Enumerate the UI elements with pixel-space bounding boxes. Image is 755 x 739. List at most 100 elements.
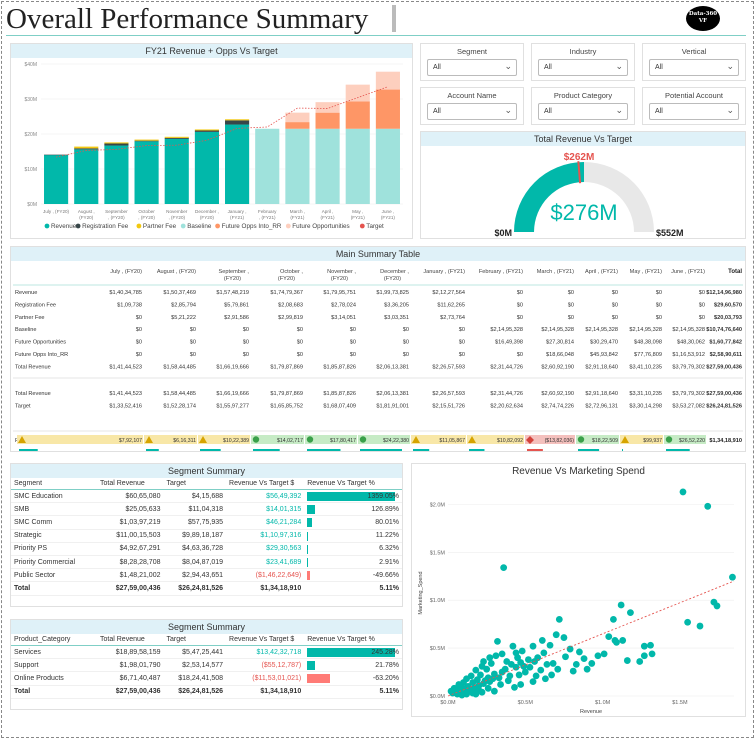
- x-tick-label: August ,: [78, 209, 95, 214]
- row-label: SMC Comm: [11, 515, 98, 530]
- slicer-dropdown[interactable]: All ⌄: [427, 103, 517, 120]
- x-tick-label: (FY20): [200, 215, 215, 220]
- table-cell: $0: [568, 315, 574, 321]
- table-cell: $25,05,633: [97, 502, 164, 517]
- revenue-opps-chart-panel: FY21 Revenue + Opps Vs Target $0M $10M $20…: [10, 43, 413, 239]
- bar-baseline: [315, 128, 340, 204]
- y-tick-label: $10M: [24, 167, 37, 173]
- table-cell: $48,38,098: [634, 340, 662, 346]
- row-label: Future Opps Into_RR: [15, 352, 68, 358]
- rvt-value: $11,05,867: [439, 438, 465, 444]
- slicer-label: Vertical: [681, 47, 707, 56]
- scatter-point: [647, 641, 654, 649]
- table-cell: $14,01,315: [226, 502, 305, 517]
- slicer-dropdown[interactable]: All ⌄: [427, 59, 517, 76]
- slicer-dropdown[interactable]: All ⌄: [538, 59, 628, 76]
- table-cell: $1,50,37,469: [163, 290, 196, 296]
- legend-label: Registration Fee: [82, 223, 129, 230]
- table-cell: $0: [612, 290, 618, 296]
- table-row: Priority PS $4,92,67,291 $4,63,36,728 $29,3…: [11, 542, 402, 556]
- table-cell: $0: [517, 290, 523, 296]
- table-cell: $77,76,809: [634, 352, 662, 358]
- table-cell: $1,79,95,751: [323, 290, 356, 296]
- segment-summary-panel: Segment Summary Segment Total Revenue Targ…: [10, 463, 403, 607]
- table-cell: $1,03,97,219: [97, 515, 164, 530]
- table-cell: $56,49,392: [226, 489, 305, 504]
- table-cell: $2,53,14,577: [163, 658, 227, 673]
- scatter-point: [538, 637, 546, 644]
- total-row: Total $27,59,00,436 $26,24,81,526 $1,34,18,…: [11, 581, 402, 596]
- y-tick-label: $1.5M: [430, 550, 446, 556]
- status-good-icon: [359, 436, 367, 443]
- table-cell: $1,33,52,416: [109, 403, 142, 409]
- y-tick-label: $30M: [24, 97, 37, 103]
- bar-partner-fee: [74, 146, 99, 149]
- y-tick-label: $1.0M: [430, 598, 446, 604]
- scatter-point: [484, 684, 492, 692]
- table-cell: $1,09,738: [117, 302, 142, 308]
- y-tick-label: $0M: [27, 202, 37, 208]
- y-tick-label: $2.0M: [430, 502, 446, 508]
- table-cell: 5.11%: [304, 684, 402, 699]
- slicer-dropdown[interactable]: All ⌄: [538, 103, 628, 120]
- column-header: (FY20): [278, 276, 295, 282]
- status-good-icon: [252, 436, 260, 443]
- table-cell: $0: [243, 340, 249, 346]
- column-header: (FY20): [384, 276, 401, 282]
- gauge-title: Total Revenue Vs Target: [421, 132, 745, 146]
- scatter-point: [504, 677, 512, 685]
- table-cell: $26,24,81,526: [706, 403, 742, 409]
- scatter-point: [529, 642, 537, 650]
- column-header: August , (FY20): [157, 269, 196, 275]
- column-header: Total: [728, 269, 742, 275]
- main-summary-panel: Main Summary Table July , (FY20) August ,…: [10, 246, 746, 452]
- legend-label: Baseline: [187, 223, 212, 230]
- x-tick-label: (FY20): [79, 215, 94, 220]
- row-label: Priority Commercial: [11, 555, 98, 570]
- table-cell: $0: [459, 327, 465, 333]
- table-cell: $1,79,87,869: [270, 364, 303, 370]
- rvt-value: ($13,82,036): [545, 438, 575, 444]
- rvt-value: $18,22,509: [592, 438, 618, 444]
- table-cell: ($55,12,787): [226, 658, 305, 673]
- x-tick-label: , (FY20): [168, 215, 185, 220]
- table-row: SMB $25,05,633 $11,04,318 $14,01,315 126.89%: [11, 502, 402, 517]
- slicer-value: All: [433, 64, 441, 71]
- table-cell: $3,41,10,235: [629, 364, 662, 370]
- scatter-point: [560, 634, 568, 641]
- table-cell: $0: [136, 340, 142, 346]
- column-header: Target: [163, 478, 227, 490]
- table-cell: $2,91,18,640: [585, 364, 618, 370]
- table-cell: $2,99,819: [278, 315, 303, 321]
- table-cell: $2,74,74,226: [541, 403, 574, 409]
- table-cell: $1,65,85,752: [270, 403, 303, 409]
- table-cell: $0: [243, 327, 249, 333]
- chevron-down-icon: ⌄: [726, 105, 734, 115]
- percent-bar: [307, 505, 316, 515]
- table-cell: $27,30,814: [546, 340, 574, 346]
- table-cell: $0: [459, 340, 465, 346]
- scatter-point: [529, 678, 537, 686]
- table-cell: $0: [243, 352, 249, 358]
- table-cell: $2,06,13,381: [376, 391, 409, 397]
- percent-bar: [413, 449, 430, 451]
- bar-future-opps-into-rr: [315, 112, 340, 129]
- scatter-point: [524, 656, 532, 663]
- slicer-dropdown[interactable]: All ⌄: [649, 103, 739, 120]
- percent-value: 126.89%: [371, 505, 399, 513]
- product-summary-title: Segment Summary: [11, 620, 402, 634]
- y-axis-label: Marketing_Spend: [418, 571, 424, 614]
- percent-bar: [307, 518, 313, 528]
- scatter-point: [517, 659, 525, 666]
- scatter-point: [517, 681, 525, 688]
- slicer-value: All: [655, 64, 663, 71]
- percent-cell: 126.89%: [304, 502, 402, 517]
- scatter-point: [549, 660, 557, 667]
- row-label: Online Products: [11, 671, 98, 686]
- slicer-dropdown[interactable]: All ⌄: [649, 59, 739, 76]
- table-cell: $2,85,794: [171, 302, 196, 308]
- table-cell: $30,29,470: [590, 340, 618, 346]
- scatter-point: [480, 658, 487, 665]
- scatter-point: [696, 622, 704, 630]
- table-cell: $0: [403, 340, 409, 346]
